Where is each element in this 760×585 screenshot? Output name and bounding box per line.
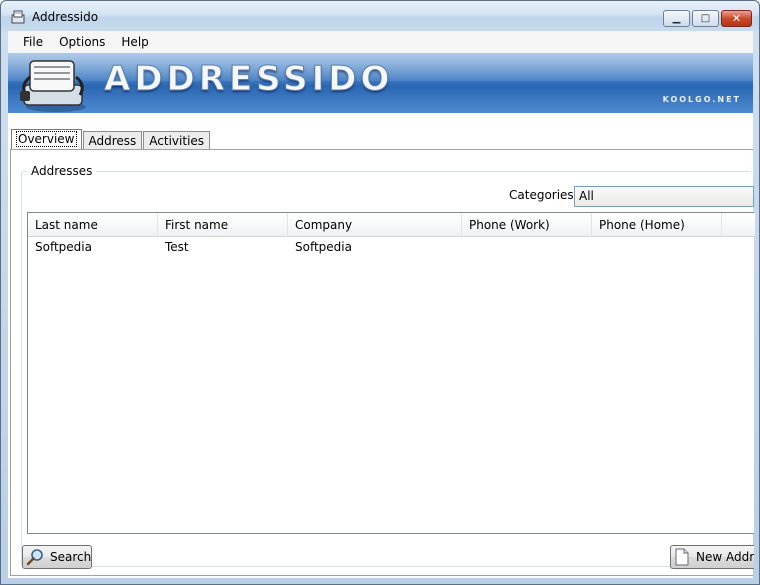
search-icon [26, 548, 44, 566]
list-header: Last name First name Company Phone (Work… [28, 213, 755, 237]
addresses-list[interactable]: Last name First name Company Phone (Work… [27, 212, 755, 534]
banner-title: ADDRESSIDO [103, 59, 394, 100]
new-document-icon [674, 548, 690, 566]
new-address-button-label: New Address [696, 550, 754, 564]
column-last-name[interactable]: Last name [28, 213, 158, 237]
tab-activities[interactable]: Activities [143, 131, 211, 150]
search-button-label: Search [50, 550, 92, 564]
menu-file[interactable]: File [15, 35, 51, 49]
maximize-button[interactable]: □ [692, 10, 719, 27]
addresses-group-label: Addresses [27, 164, 97, 178]
categories-select[interactable]: All [574, 186, 754, 207]
menu-help[interactable]: Help [113, 35, 156, 49]
overview-panel: Addresses Categories: All Last name Firs… [10, 149, 755, 576]
banner-subtitle: KOOLGO.NET [662, 95, 741, 104]
window-title: Addressido [32, 10, 99, 24]
minimize-button[interactable]: ▁ [663, 10, 690, 27]
menu-options[interactable]: Options [51, 35, 113, 49]
column-phone-home[interactable]: Phone (Home) [592, 213, 722, 237]
close-button[interactable]: ✕ [721, 10, 752, 27]
column-filler [722, 213, 755, 237]
table-row[interactable]: Softpedia Test Softpedia [28, 237, 755, 257]
cell-phone-home [592, 237, 722, 257]
menu-bar: File Options Help [8, 31, 753, 53]
app-banner: ADDRESSIDO KOOLGO.NET [8, 53, 753, 113]
client-area: File Options Help ADDRESSIDO KOOLGO.NET … [8, 31, 755, 578]
rolodex-logo-icon [20, 60, 86, 112]
app-window: Addressido ▁ □ ✕ File Options Help ADDRE… [0, 0, 760, 585]
maximize-icon: □ [700, 12, 711, 24]
close-icon: ✕ [731, 12, 742, 25]
cell-last-name: Softpedia [35, 240, 92, 254]
column-first-name[interactable]: First name [158, 213, 288, 237]
new-address-button[interactable]: New Address [670, 545, 754, 569]
cell-phone-work [462, 237, 592, 257]
minimize-icon: ▁ [672, 12, 681, 24]
cell-first-name: Test [165, 240, 189, 254]
rolodex-app-icon [11, 10, 25, 24]
tab-overview[interactable]: Overview [11, 129, 82, 151]
cell-company: Softpedia [295, 240, 352, 254]
search-button[interactable]: Search [22, 545, 92, 569]
tab-bar: Overview Address Activities [11, 129, 211, 151]
title-bar[interactable]: Addressido ▁ □ ✕ [1, 1, 759, 31]
tab-address[interactable]: Address [82, 131, 143, 150]
column-phone-work[interactable]: Phone (Work) [462, 213, 592, 237]
categories-label: Categories: [509, 188, 578, 202]
column-company[interactable]: Company [288, 213, 462, 237]
